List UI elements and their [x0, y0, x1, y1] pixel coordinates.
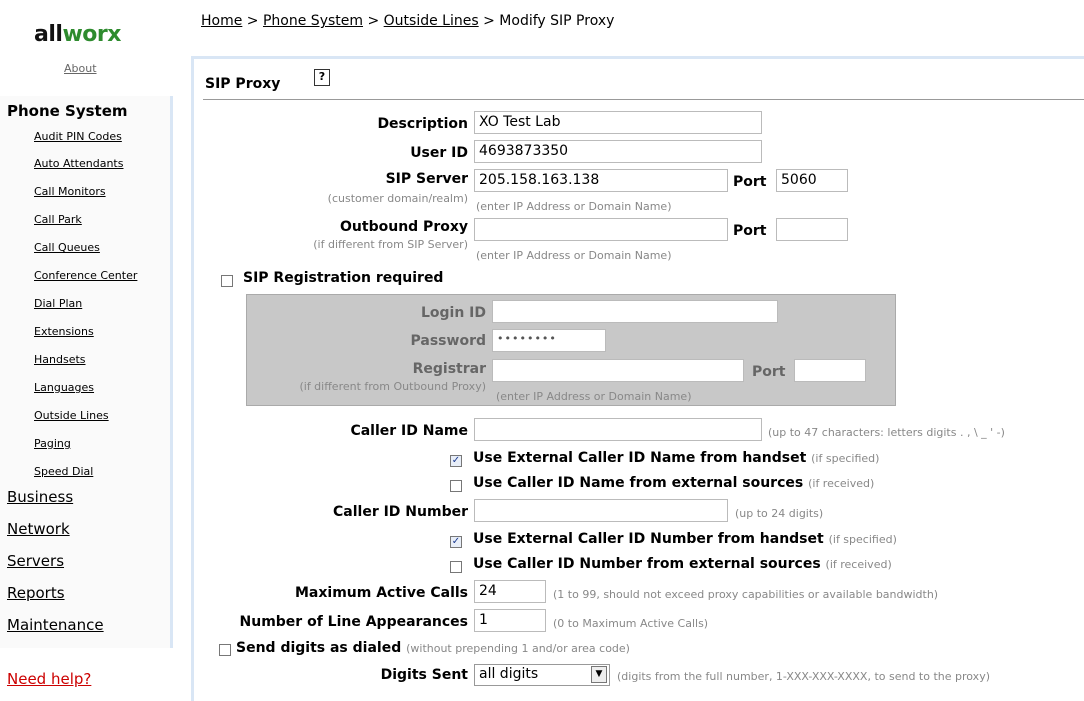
use-caller-id-name-external-checkbox[interactable]	[450, 480, 462, 492]
breadcrumb: Home > Phone System > Outside Lines > Mo…	[201, 13, 615, 29]
sip-server-label: SIP Server	[385, 171, 468, 187]
sidebar-item-call-queues[interactable]: Call Queues	[34, 241, 100, 254]
sip-server-port-input[interactable]: 5060	[776, 169, 848, 192]
sidebar-item-call-monitors[interactable]: Call Monitors	[34, 185, 106, 198]
outbound-proxy-input[interactable]	[474, 218, 728, 241]
sidebar: Phone System Audit PIN Codes Auto Attend…	[0, 96, 173, 648]
sip-registration-checkbox[interactable]	[221, 275, 233, 287]
login-id-label: Login ID	[420, 305, 486, 321]
sidebar-item-maintenance[interactable]: Maintenance	[7, 616, 104, 634]
sidebar-item-speed-dial[interactable]: Speed Dial	[34, 465, 93, 478]
user-id-input[interactable]: 4693873350	[474, 140, 762, 163]
send-digits-checkbox[interactable]	[219, 644, 231, 656]
use-external-caller-id-number-label: Use External Caller ID Number from hands…	[473, 531, 897, 547]
caller-id-name-hint: (up to 47 characters: letters digits . ,…	[768, 426, 1005, 439]
need-help-link[interactable]: Need help?	[7, 670, 91, 688]
outbound-proxy-port-input[interactable]	[776, 218, 848, 241]
digits-sent-select[interactable]: all digits	[474, 664, 610, 686]
registrar-input[interactable]	[492, 359, 744, 382]
breadcrumb-home[interactable]: Home	[201, 13, 242, 29]
allworx-logo: allworx	[34, 22, 121, 47]
use-external-caller-id-name-checkbox[interactable]: ✓	[450, 455, 462, 467]
sidebar-item-outside-lines[interactable]: Outside Lines	[34, 409, 109, 422]
user-id-label: User ID	[410, 145, 468, 161]
line-appearances-label: Number of Line Appearances	[239, 614, 468, 630]
line-appearances-hint: (0 to Maximum Active Calls)	[553, 617, 709, 630]
sidebar-item-servers[interactable]: Servers	[7, 552, 64, 570]
sidebar-item-audit-pin-codes[interactable]: Audit PIN Codes	[34, 130, 122, 143]
description-label: Description	[377, 116, 468, 132]
max-active-calls-hint: (1 to 99, should not exceed proxy capabi…	[553, 588, 939, 601]
sip-server-hint: (enter IP Address or Domain Name)	[476, 200, 672, 213]
outbound-proxy-hint: (enter IP Address or Domain Name)	[476, 249, 672, 262]
password-label: Password	[410, 333, 486, 349]
sidebar-item-business[interactable]: Business	[7, 488, 73, 506]
sip-server-sublabel: (customer domain/realm)	[327, 192, 468, 205]
use-external-caller-id-name-label: Use External Caller ID Name from handset…	[473, 450, 880, 466]
breadcrumb-outside-lines[interactable]: Outside Lines	[384, 13, 479, 29]
sidebar-item-call-park[interactable]: Call Park	[34, 213, 82, 226]
max-active-calls-label: Maximum Active Calls	[295, 585, 468, 601]
sidebar-item-conference-center[interactable]: Conference Center	[34, 269, 137, 282]
help-icon[interactable]: ?	[314, 69, 330, 86]
caller-id-number-label: Caller ID Number	[333, 504, 468, 520]
sidebar-item-dial-plan[interactable]: Dial Plan	[34, 297, 82, 310]
page-title: SIP Proxy	[205, 76, 281, 92]
login-id-input[interactable]	[492, 300, 778, 323]
chevron-down-icon[interactable]: ▼	[591, 666, 607, 683]
sidebar-item-languages[interactable]: Languages	[34, 381, 94, 394]
password-input[interactable]: ••••••••	[492, 329, 606, 352]
registrar-port-input[interactable]	[794, 359, 866, 382]
send-digits-label: Send digits as dialed (without prependin…	[236, 640, 630, 656]
registrar-label: Registrar	[412, 361, 486, 377]
outbound-proxy-sublabel: (if different from SIP Server)	[313, 238, 468, 251]
sidebar-section-phone-system[interactable]: Phone System	[7, 102, 128, 120]
sidebar-item-auto-attendants[interactable]: Auto Attendants	[34, 157, 123, 170]
caller-id-name-input[interactable]	[474, 418, 762, 441]
panel-header	[203, 69, 1084, 100]
use-caller-id-name-external-label: Use Caller ID Name from external sources…	[473, 475, 875, 491]
use-external-caller-id-number-checkbox[interactable]: ✓	[450, 536, 462, 548]
about-link[interactable]: About	[64, 62, 97, 75]
digits-sent-label: Digits Sent	[380, 667, 468, 683]
description-input[interactable]: XO Test Lab	[474, 111, 762, 134]
sip-registration-label: SIP Registration required	[243, 270, 444, 286]
registrar-hint: (enter IP Address or Domain Name)	[496, 390, 692, 403]
caller-id-name-label: Caller ID Name	[350, 423, 468, 439]
sidebar-item-paging[interactable]: Paging	[34, 437, 71, 450]
sip-server-port-label: Port	[733, 174, 767, 190]
outbound-proxy-label: Outbound Proxy	[340, 219, 468, 235]
registrar-port-label: Port	[752, 364, 786, 380]
caller-id-number-hint: (up to 24 digits)	[735, 507, 824, 520]
sidebar-item-network[interactable]: Network	[7, 520, 70, 538]
digits-sent-hint: (digits from the full number, 1-XXX-XXX-…	[617, 670, 990, 683]
caller-id-number-input[interactable]	[474, 499, 728, 522]
max-active-calls-input[interactable]: 24	[474, 580, 546, 603]
outbound-proxy-port-label: Port	[733, 223, 767, 239]
breadcrumb-phone-system[interactable]: Phone System	[263, 13, 363, 29]
registrar-sublabel: (if different from Outbound Proxy)	[299, 380, 486, 393]
sidebar-item-handsets[interactable]: Handsets	[34, 353, 86, 366]
sip-server-input[interactable]: 205.158.163.138	[474, 169, 728, 192]
sidebar-item-reports[interactable]: Reports	[7, 584, 65, 602]
breadcrumb-current: Modify SIP Proxy	[499, 13, 615, 29]
line-appearances-input[interactable]: 1	[474, 609, 546, 632]
sidebar-item-extensions[interactable]: Extensions	[34, 325, 94, 338]
use-caller-id-number-external-label: Use Caller ID Number from external sourc…	[473, 556, 892, 572]
use-caller-id-number-external-checkbox[interactable]	[450, 561, 462, 573]
